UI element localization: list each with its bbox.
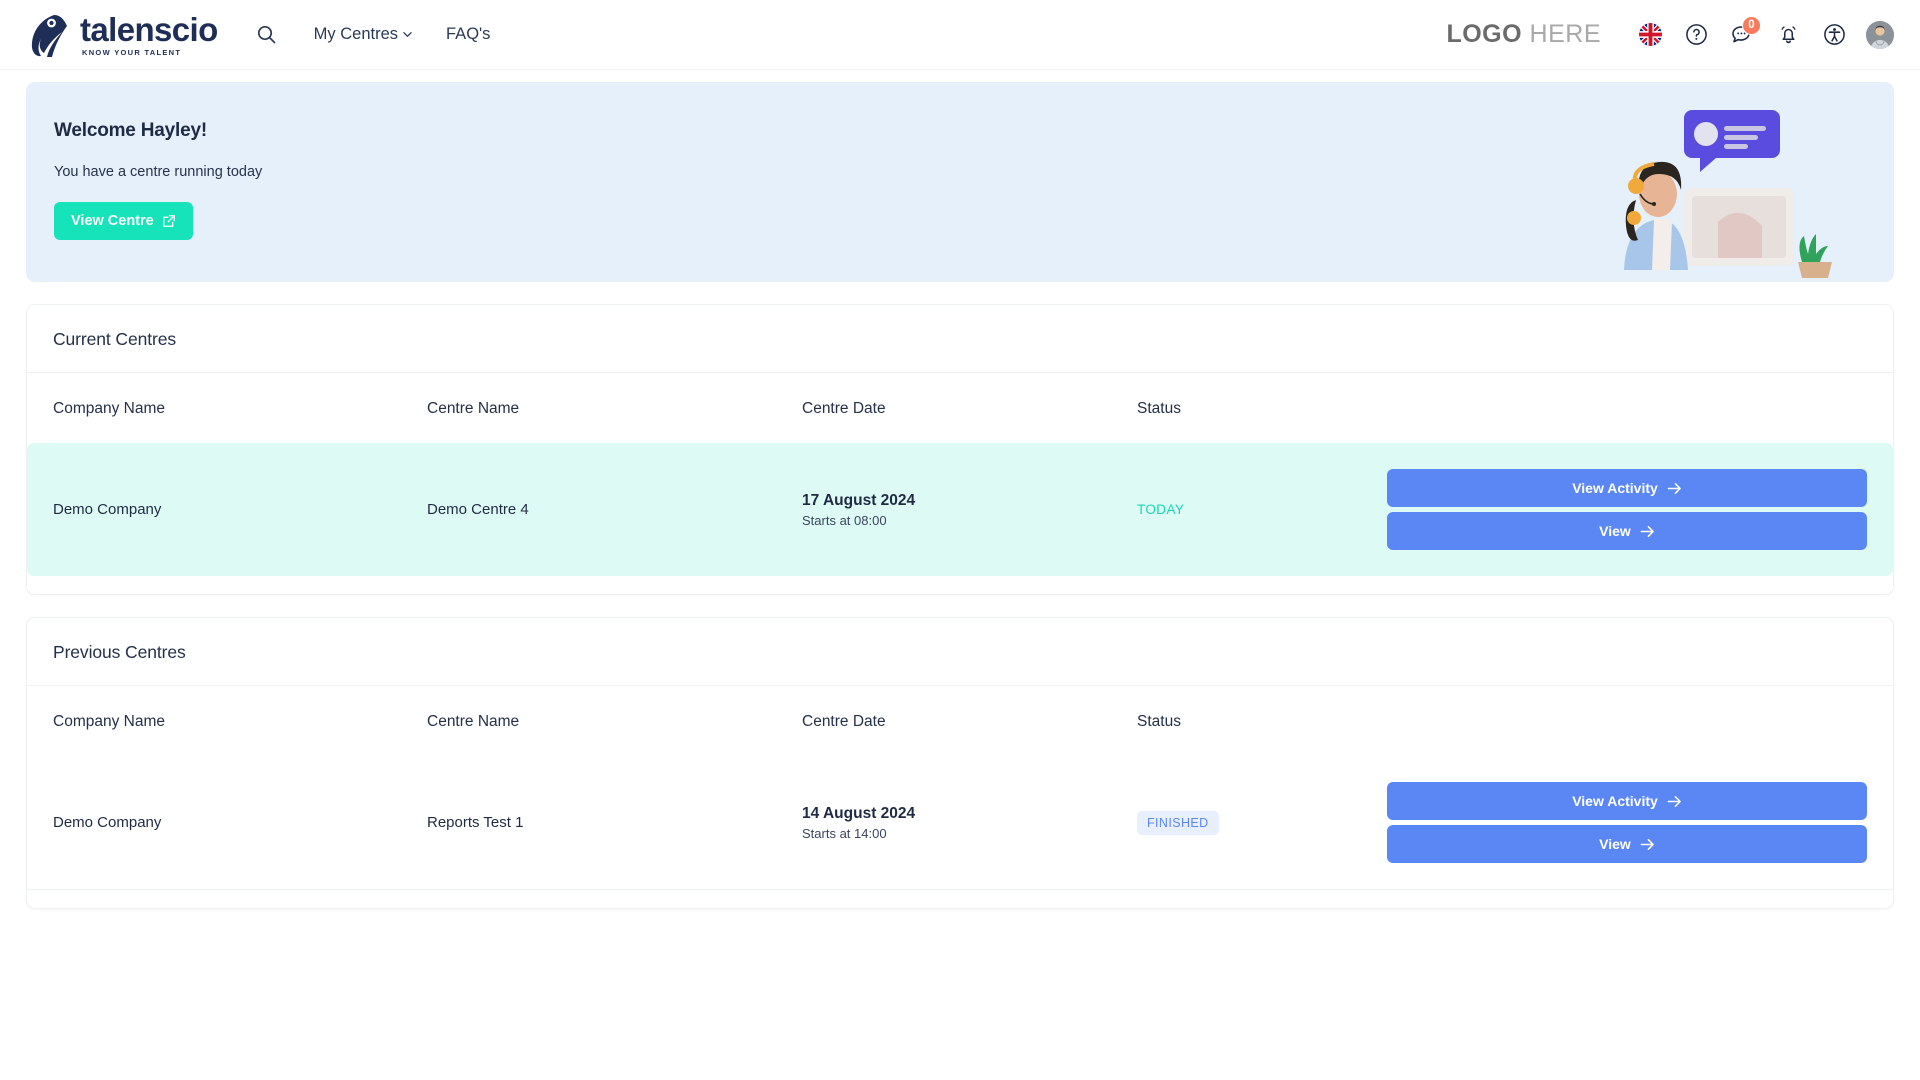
flag-uk-glyph — [1639, 23, 1662, 46]
cell-actions: View Activity View — [1387, 756, 1893, 890]
status-badge: TODAY — [1137, 502, 1184, 517]
status-badge: FINISHED — [1137, 811, 1219, 835]
cell-status: TODAY — [1137, 443, 1387, 576]
current-centres-header-row: Company Name Centre Name Centre Date Sta… — [27, 373, 1893, 443]
main-nav: My Centres FAQ's — [254, 22, 491, 48]
logo-placeholder-bold: LOGO — [1446, 20, 1522, 48]
cell-actions: View Activity View — [1387, 443, 1893, 576]
current-centres-card: Current Centres Company Name Centre Name… — [26, 304, 1894, 595]
column-header-date: Centre Date — [802, 373, 1137, 443]
talenscio-bird-icon — [24, 12, 70, 58]
column-header-status: Status — [1137, 686, 1387, 756]
logo-placeholder: LOGO HERE — [1446, 20, 1601, 49]
plant-illustration — [1798, 234, 1832, 278]
previous-centres-title: Previous Centres — [27, 618, 1893, 686]
cell-company: Demo Company — [27, 443, 427, 576]
brand-tagline: KNOW YOUR TALENT — [82, 49, 218, 57]
external-link-icon — [162, 214, 176, 228]
column-header-centre: Centre Name — [427, 373, 802, 443]
logo-placeholder-light: HERE — [1530, 20, 1601, 48]
column-header-date: Centre Date — [802, 686, 1137, 756]
accessibility-glyph — [1823, 23, 1846, 46]
card-footer-spacer — [27, 890, 1893, 908]
previous-centres-table: Company Name Centre Name Centre Date Sta… — [27, 686, 1893, 890]
nav-item-faqs[interactable]: FAQ's — [446, 25, 490, 44]
arrow-right-icon — [1667, 482, 1682, 495]
cell-date: 14 August 2024 Starts at 14:00 — [802, 756, 1137, 890]
view-activity-button[interactable]: View Activity — [1387, 782, 1867, 820]
nav-item-label: FAQ's — [446, 25, 490, 44]
chat-badge-count: 0 — [1742, 16, 1761, 35]
view-activity-label: View Activity — [1572, 480, 1658, 496]
cell-date: 17 August 2024 Starts at 08:00 — [802, 443, 1137, 576]
arrow-right-icon — [1640, 525, 1655, 538]
app-header: talenscio KNOW YOUR TALENT My Centres FA… — [0, 0, 1920, 70]
monitor-illustration — [1684, 188, 1794, 266]
chat-icon[interactable]: 0 — [1719, 12, 1765, 58]
header-actions: LOGO HERE — [1446, 12, 1894, 58]
nav-item-my-centres[interactable]: My Centres — [314, 25, 412, 44]
cell-date-main: 17 August 2024 — [802, 492, 1137, 510]
view-centre-button[interactable]: View Centre — [54, 202, 193, 240]
column-header-company: Company Name — [27, 373, 427, 443]
accessibility-icon[interactable] — [1811, 12, 1857, 58]
column-header-actions — [1387, 686, 1893, 756]
previous-centres-card: Previous Centres Company Name Centre Nam… — [26, 617, 1894, 909]
agent-person-illustration — [1624, 162, 1688, 270]
brand-name: talenscio — [80, 13, 218, 46]
search-glyph — [257, 25, 276, 44]
welcome-banner: Welcome Hayley! You have a centre runnin… — [26, 82, 1894, 282]
column-header-status: Status — [1137, 373, 1387, 443]
nav-item-label: My Centres — [314, 25, 398, 44]
bell-icon[interactable] — [1765, 12, 1811, 58]
current-centres-table: Company Name Centre Name Centre Date Sta… — [27, 373, 1893, 576]
current-centres-title: Current Centres — [27, 305, 1893, 373]
avatar[interactable] — [1866, 21, 1894, 49]
view-activity-button[interactable]: View Activity — [1387, 469, 1867, 507]
cell-date-main: 14 August 2024 — [802, 805, 1137, 823]
table-row[interactable]: Demo Company Reports Test 1 14 August 20… — [27, 756, 1893, 890]
table-row[interactable]: Demo Company Demo Centre 4 17 August 202… — [27, 443, 1893, 576]
arrow-right-icon — [1640, 838, 1655, 851]
chevron-down-icon — [403, 30, 412, 39]
cell-company: Demo Company — [27, 756, 427, 890]
help-glyph — [1685, 23, 1708, 46]
help-circle-icon[interactable] — [1673, 12, 1719, 58]
view-button[interactable]: View — [1387, 512, 1867, 550]
previous-centres-header-row: Company Name Centre Name Centre Date Sta… — [27, 686, 1893, 756]
bell-glyph — [1777, 23, 1800, 46]
brand-logo[interactable]: talenscio KNOW YOUR TALENT — [24, 12, 218, 58]
cell-date-time: Starts at 14:00 — [802, 826, 1137, 841]
cell-centre: Demo Centre 4 — [427, 443, 802, 576]
view-label: View — [1599, 523, 1631, 539]
card-footer-spacer — [27, 576, 1893, 594]
view-button[interactable]: View — [1387, 825, 1867, 863]
column-header-centre: Centre Name — [427, 686, 802, 756]
view-activity-label: View Activity — [1572, 793, 1658, 809]
arrow-right-icon — [1667, 795, 1682, 808]
view-centre-label: View Centre — [71, 213, 154, 229]
column-header-actions — [1387, 373, 1893, 443]
cell-centre: Reports Test 1 — [427, 756, 802, 890]
flag-uk-icon[interactable] — [1627, 12, 1673, 58]
column-header-company: Company Name — [27, 686, 427, 756]
view-label: View — [1599, 836, 1631, 852]
speech-bubble-icon — [1684, 110, 1780, 172]
avatar-photo — [1866, 21, 1894, 49]
search-icon[interactable] — [254, 22, 280, 48]
support-agent-illustration — [1596, 102, 1846, 282]
cell-date-time: Starts at 08:00 — [802, 513, 1137, 528]
cell-status: FINISHED — [1137, 756, 1387, 890]
